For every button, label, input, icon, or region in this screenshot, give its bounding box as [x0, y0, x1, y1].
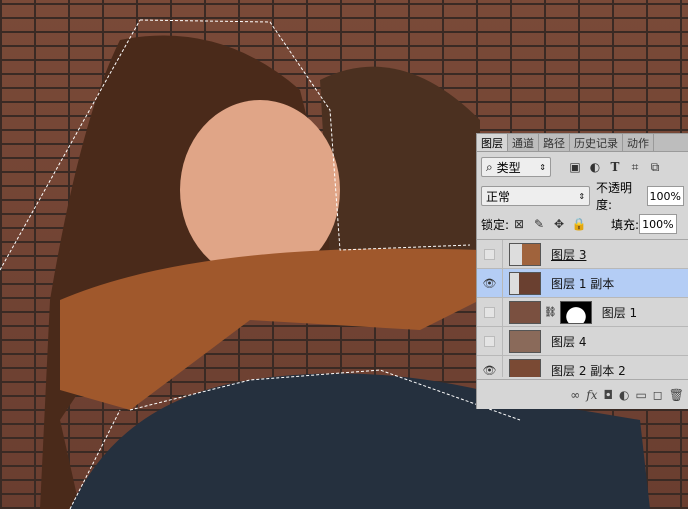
- layer-thumbnail: [509, 271, 541, 295]
- visibility-toggle[interactable]: [484, 335, 495, 347]
- type-filter-icon[interactable]: T: [608, 160, 622, 174]
- eye-icon[interactable]: 👁: [483, 364, 497, 377]
- layer-thumbnail: [509, 358, 541, 377]
- layers-panel: 图层 通道 路径 历史记录 动作 ⌕ 类型 ⇕ ▣ ◐ T ⌗ ⧉ 正常 ⇕ 不透明…: [476, 133, 688, 409]
- link-icon: ⛓: [544, 306, 557, 318]
- lock-all-icon[interactable]: 🔒: [572, 217, 587, 231]
- visibility-toggle[interactable]: [484, 248, 495, 260]
- tab-paths[interactable]: 路径: [539, 134, 570, 151]
- layers-list: 图层 3 👁 图层 1 副本 ⛓ 图层 1 图层 4 👁 图层 2 副本 2: [477, 239, 688, 377]
- filter-type-select[interactable]: ⌕ 类型 ⇕: [481, 157, 551, 177]
- smart-object-filter-icon[interactable]: ⧉: [648, 160, 662, 174]
- link-layers-icon[interactable]: ∞: [570, 388, 580, 402]
- new-layer-icon[interactable]: ◻: [653, 388, 663, 402]
- layer-mask-thumbnail[interactable]: [559, 300, 592, 324]
- fx-icon[interactable]: fx: [586, 388, 597, 402]
- fill-input[interactable]: 100%: [639, 214, 677, 234]
- panel-toolbar: ∞ fx ◘ ◐ ▭ ◻ 🗑: [477, 379, 688, 409]
- adjustment-layer-icon[interactable]: ◐: [619, 388, 629, 402]
- adjustment-filter-icon[interactable]: ◐: [588, 160, 602, 174]
- tab-channels[interactable]: 通道: [508, 134, 539, 151]
- layer-thumbnail: [509, 242, 541, 266]
- tab-history[interactable]: 历史记录: [570, 134, 623, 151]
- eye-icon[interactable]: 👁: [483, 277, 497, 290]
- add-mask-icon[interactable]: ◘: [603, 388, 613, 402]
- lock-brush-icon[interactable]: ✎: [532, 217, 546, 231]
- visibility-toggle[interactable]: [484, 306, 495, 318]
- layer-row-selected[interactable]: 👁 图层 1 副本: [477, 268, 688, 298]
- layer-thumbnail: [509, 329, 541, 353]
- lock-move-icon[interactable]: ✥: [552, 217, 566, 231]
- trash-icon[interactable]: 🗑: [669, 388, 684, 402]
- new-group-icon[interactable]: ▭: [635, 388, 646, 402]
- layer-row[interactable]: 图层 3: [477, 240, 688, 269]
- layer-row[interactable]: 👁 图层 2 副本 2: [477, 355, 688, 377]
- layer-row[interactable]: 图层 4: [477, 326, 688, 356]
- blend-mode-select[interactable]: 正常 ⇕: [481, 186, 591, 206]
- opacity-input[interactable]: 100%: [646, 186, 684, 206]
- fill-label: 填充:: [611, 217, 640, 232]
- shape-filter-icon[interactable]: ⌗: [628, 160, 642, 174]
- layer-thumbnail: [509, 300, 541, 324]
- tab-layers[interactable]: 图层: [477, 134, 508, 151]
- image-filter-icon[interactable]: ▣: [568, 160, 582, 174]
- lock-label: 锁定:: [481, 217, 510, 232]
- tab-actions[interactable]: 动作: [623, 134, 654, 151]
- layer-row[interactable]: ⛓ 图层 1: [477, 297, 688, 327]
- lock-transparent-icon[interactable]: ⊠: [512, 217, 526, 231]
- search-icon: ⌕: [486, 159, 493, 174]
- panel-tabs: 图层 通道 路径 历史记录 动作: [477, 134, 688, 152]
- opacity-label: 不透明度:: [596, 181, 633, 212]
